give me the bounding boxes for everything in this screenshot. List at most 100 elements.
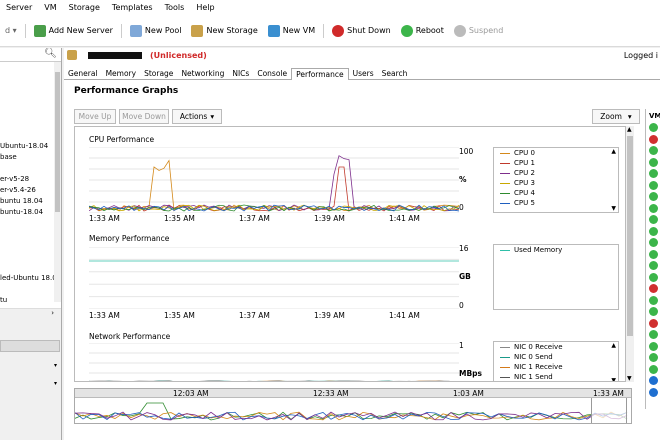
tree-vscroll[interactable] xyxy=(54,62,61,302)
cpu-ymin: 0 xyxy=(459,203,464,212)
move-up-button[interactable]: Move Up xyxy=(74,109,116,124)
chevron-down-icon[interactable]: ▾ xyxy=(54,380,57,387)
tab-storage[interactable]: Storage xyxy=(140,68,177,79)
legend-item[interactable]: CPU 4 xyxy=(494,188,618,198)
legend-item[interactable]: CPU 2 xyxy=(494,168,618,178)
vm-status-icon[interactable] xyxy=(649,353,658,362)
vm-status-icon[interactable] xyxy=(649,192,658,201)
suspend-button[interactable]: Suspend xyxy=(449,24,508,37)
actions-button[interactable]: Actions ▾ xyxy=(172,109,222,124)
menu-vm[interactable]: VM xyxy=(38,3,62,12)
tree-item[interactable]: buntu 18.04 xyxy=(0,197,43,205)
chevron-down-icon[interactable]: ▾ xyxy=(54,362,57,369)
cpu-graph[interactable] xyxy=(89,147,459,213)
back-button[interactable]: d ▾ xyxy=(0,26,22,35)
vm-status-icon[interactable] xyxy=(649,123,658,132)
vm-status-icon[interactable] xyxy=(649,134,658,144)
tab-memory[interactable]: Memory xyxy=(102,68,141,79)
vm-status-icon[interactable] xyxy=(649,203,658,213)
timeline-overview[interactable]: 12:03 AM 12:33 AM 1:03 AM 1:33 AM xyxy=(74,388,632,424)
vm-status-icon[interactable] xyxy=(649,215,658,224)
legend-scroll-down-icon[interactable]: ▼ xyxy=(611,377,616,381)
legend-item[interactable]: CPU 3 xyxy=(494,178,618,188)
tab-nics[interactable]: NICs xyxy=(228,68,253,79)
vm-status-icon[interactable] xyxy=(649,226,658,236)
vm-status-icon[interactable] xyxy=(649,169,658,178)
tree-search-input[interactable]: 🔍︎ xyxy=(0,48,61,62)
tree-item[interactable]: buntu-18.04 xyxy=(0,208,43,216)
vm-status-icon[interactable] xyxy=(649,295,658,305)
network-series-line xyxy=(89,380,394,381)
network-graph[interactable] xyxy=(89,343,459,382)
legend-item[interactable]: NIC 1 Send xyxy=(494,372,618,381)
menu-tools[interactable]: Tools xyxy=(159,3,191,12)
menu-templates[interactable]: Templates xyxy=(106,3,159,12)
timeline-selection[interactable] xyxy=(591,398,627,423)
scroll-up-icon[interactable]: ▲ xyxy=(627,126,632,133)
vm-status-icon[interactable] xyxy=(649,157,658,167)
tab-general[interactable]: General xyxy=(64,68,102,79)
vm-status-icon[interactable] xyxy=(649,364,658,374)
vm-status-icon[interactable] xyxy=(649,272,658,282)
scroll-down-icon[interactable]: ▼ xyxy=(627,375,632,382)
search-icon[interactable]: 🔍︎ xyxy=(44,48,57,59)
memory-graph[interactable] xyxy=(89,247,459,309)
vm-status-icon[interactable] xyxy=(649,318,658,328)
legend-item[interactable]: CPU 1 xyxy=(494,158,618,168)
add-server-button[interactable]: Add New Server xyxy=(29,24,118,37)
graphs-vscroll-thumb[interactable] xyxy=(627,136,633,336)
vm-status-icon[interactable] xyxy=(649,341,658,351)
vm-status-icon[interactable] xyxy=(649,261,658,270)
move-down-button[interactable]: Move Down xyxy=(119,109,169,124)
legend-item[interactable]: CPU 5 xyxy=(494,198,618,208)
scroll-right-icon[interactable]: › xyxy=(51,309,54,317)
cpu-time-0: 1:33 AM xyxy=(89,214,120,223)
tab-performance[interactable]: Performance xyxy=(291,68,349,80)
tree-item[interactable]: base xyxy=(0,153,17,161)
legend-item[interactable]: Used Memory xyxy=(494,245,618,255)
legend-scroll-up-icon[interactable]: ▲ xyxy=(611,342,616,349)
tab-console[interactable]: Console xyxy=(253,68,291,79)
tree-item[interactable]: er-v5-28 xyxy=(0,175,29,183)
tab-users[interactable]: Users xyxy=(349,68,378,79)
new-vm-button[interactable]: New VM xyxy=(263,24,320,37)
tree-item[interactable]: Ubuntu-18.04 xyxy=(0,142,48,150)
vm-status-icon[interactable] xyxy=(649,307,658,316)
nav-button[interactable] xyxy=(0,340,60,352)
legend-scroll-down-icon[interactable]: ▼ xyxy=(611,205,616,212)
vm-status-icon[interactable] xyxy=(649,180,658,190)
new-storage-button[interactable]: New Storage xyxy=(186,24,262,37)
memory-ymin: 0 xyxy=(459,301,464,310)
legend-item[interactable]: NIC 0 Send xyxy=(494,352,618,362)
vm-status-icon[interactable] xyxy=(649,376,658,385)
menu-storage[interactable]: Storage xyxy=(63,3,106,12)
network-legend: NIC 0 Receive NIC 0 Send NIC 1 Receive N… xyxy=(493,341,619,381)
zoom-button[interactable]: Zoom ▾ xyxy=(592,109,640,124)
reboot-icon xyxy=(400,24,413,37)
vm-status-icon[interactable] xyxy=(649,238,658,247)
tree-item[interactable]: led-Ubuntu 18.0 xyxy=(0,274,57,282)
host-name-redacted xyxy=(88,51,142,59)
suspend-icon xyxy=(453,24,466,37)
vm-status-icon[interactable] xyxy=(649,387,658,397)
shut-down-button[interactable]: Shut Down xyxy=(327,24,396,37)
legend-scroll-up-icon[interactable]: ▲ xyxy=(611,148,616,155)
graphs-vscroll[interactable]: ▲ ▼ xyxy=(626,126,634,382)
menu-help[interactable]: Help xyxy=(190,3,220,12)
tab-search[interactable]: Search xyxy=(378,68,412,79)
menu-server[interactable]: Server xyxy=(0,3,38,12)
legend-item[interactable]: CPU 0 xyxy=(494,148,618,158)
vm-status-icon[interactable] xyxy=(649,330,658,339)
new-pool-button[interactable]: New Pool xyxy=(125,24,187,37)
tree-item[interactable]: er-v5.4-26 xyxy=(0,186,36,194)
tab-networking[interactable]: Networking xyxy=(177,68,228,79)
tree-hscroll[interactable]: › xyxy=(0,308,61,318)
reboot-button[interactable]: Reboot xyxy=(396,24,449,37)
vm-status-icon[interactable] xyxy=(649,146,658,155)
legend-item[interactable]: NIC 0 Receive xyxy=(494,342,618,352)
tree-vscroll-thumb[interactable] xyxy=(55,72,60,212)
vm-status-icon[interactable] xyxy=(649,249,658,259)
vm-status-icon[interactable] xyxy=(649,284,658,293)
tree-item[interactable]: tu xyxy=(0,296,7,304)
legend-item[interactable]: NIC 1 Receive xyxy=(494,362,618,372)
